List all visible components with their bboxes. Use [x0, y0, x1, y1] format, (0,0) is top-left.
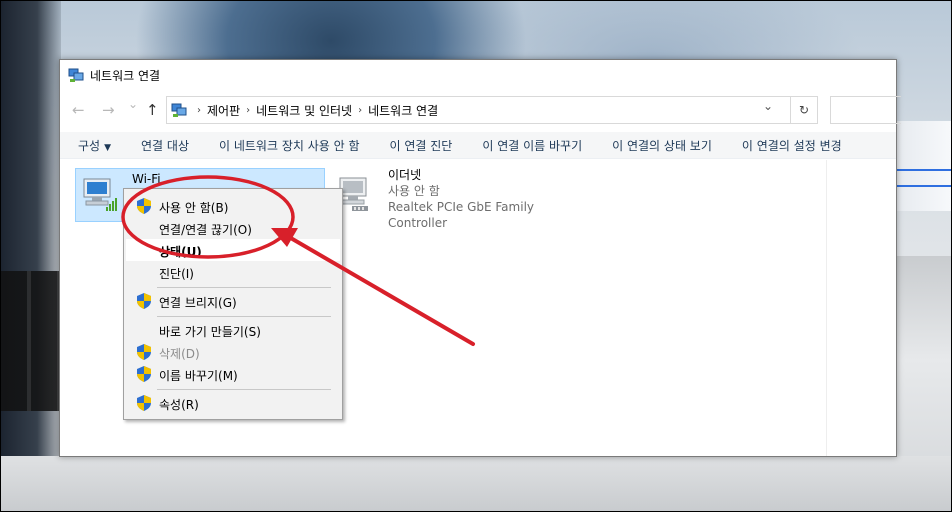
organize-button[interactable]: 구성 ▼ [60, 137, 126, 154]
menu-item-label: 진단(I) [159, 267, 194, 281]
menu-item-bridge[interactable]: 연결 브리지(G) [126, 290, 340, 312]
uac-shield-icon [137, 293, 151, 309]
title-bar: 네트워크 연결 [60, 60, 896, 90]
search-input[interactable] [830, 96, 901, 124]
rename-button[interactable]: 이 연결 이름 바꾸기 [467, 137, 597, 154]
menu-item-status[interactable]: 상태(U) [126, 239, 340, 261]
uac-shield-icon [137, 198, 151, 214]
connection-item-ethernet[interactable]: 이더넷 사용 안 함 Realtek PCIe GbE Family Contr… [330, 168, 590, 230]
address-dropdown-button[interactable]: ⌄ [763, 99, 773, 113]
background-dark-area [1, 1, 61, 511]
background-screen-edge [891, 121, 951, 211]
context-menu: 사용 안 함(B) 연결/연결 끊기(O) 상태(U) 진단(I) 연결 브리지… [123, 188, 343, 420]
connect-to-button[interactable]: 연결 대상 [126, 137, 204, 154]
back-button[interactable]: ← [72, 101, 85, 119]
screenshot-frame: 네트워크 연결 ← → ⌄ ↑ › 제어판 › 네트워크 및 인터넷 › 네트워… [0, 0, 952, 512]
breadcrumb-control-panel[interactable]: 제어판 [207, 102, 240, 119]
breadcrumb-network-internet[interactable]: 네트워크 및 인터넷 [256, 102, 352, 119]
breadcrumb-separator: › [197, 104, 201, 116]
menu-item-disable[interactable]: 사용 안 함(B) [126, 195, 340, 217]
refresh-button[interactable]: ↻ [790, 96, 818, 124]
breadcrumb-separator: › [246, 104, 251, 116]
uac-shield-icon [137, 395, 151, 411]
breadcrumb-separator: › [358, 104, 363, 116]
wifi-adapter-icon [83, 178, 117, 211]
chevron-down-icon: ▼ [104, 142, 112, 153]
connection-status: 사용 안 함 [388, 184, 440, 198]
menu-item-rename[interactable]: 이름 바꾸기(M) [126, 363, 340, 385]
connection-adapter: Realtek PCIe GbE Family Controller [388, 200, 534, 230]
window-title: 네트워크 연결 [90, 68, 161, 83]
menu-item-diagnose[interactable]: 진단(I) [126, 261, 340, 283]
network-connections-icon [171, 103, 187, 117]
menu-item-create-shortcut[interactable]: 바로 가기 만들기(S) [126, 319, 340, 341]
menu-separator [157, 389, 331, 390]
menu-item-properties[interactable]: 속성(R) [126, 392, 340, 414]
change-settings-button[interactable]: 이 연결의 설정 변경 [727, 137, 857, 154]
connection-name: 이더넷 [388, 168, 422, 182]
up-button[interactable]: ↑ [146, 101, 159, 119]
command-bar: 구성 ▼ 연결 대상 이 네트워크 장치 사용 안 함 이 연결 진단 이 연결 … [60, 132, 896, 159]
connection-name: Wi-Fi [132, 172, 161, 186]
menu-item-label: 속성(R) [159, 398, 199, 412]
menu-separator [157, 287, 331, 288]
uac-shield-icon [137, 366, 151, 382]
menu-item-label: 연결 브리지(G) [159, 296, 237, 310]
menu-item-label: 삭제(D) [159, 347, 200, 361]
connection-text: Wi-Fi [132, 171, 161, 187]
background-desk [1, 456, 951, 511]
organize-label: 구성 [78, 138, 101, 153]
menu-item-label: 사용 안 함(B) [159, 201, 229, 215]
uac-shield-icon [137, 344, 151, 360]
view-status-button[interactable]: 이 연결의 상태 보기 [597, 137, 727, 154]
diagnose-button[interactable]: 이 연결 진단 [375, 137, 468, 154]
column-divider [826, 160, 827, 456]
address-row: ← → ⌄ ↑ › 제어판 › 네트워크 및 인터넷 › 네트워크 연결 ⌄ ↻ [60, 92, 901, 126]
forward-button[interactable]: → [102, 101, 115, 119]
background-keyboard [1, 271, 61, 411]
refresh-icon: ↻ [798, 103, 810, 117]
menu-item-label: 이름 바꾸기(M) [159, 369, 238, 383]
breadcrumb-network-connections[interactable]: 네트워크 연결 [368, 102, 438, 119]
menu-item-connect-disconnect[interactable]: 연결/연결 끊기(O) [126, 217, 340, 239]
network-connections-icon [68, 68, 84, 82]
recent-locations-button[interactable]: ⌄ [128, 97, 138, 111]
menu-item-label: 상태(U) [159, 245, 202, 259]
address-bar[interactable]: › 제어판 › 네트워크 및 인터넷 › 네트워크 연결 [166, 96, 818, 124]
menu-item-label: 바로 가기 만들기(S) [159, 325, 261, 339]
background-blue-line [891, 185, 951, 187]
menu-item-label: 연결/연결 끊기(O) [159, 223, 252, 237]
breadcrumb: › 제어판 › 네트워크 및 인터넷 › 네트워크 연결 [167, 102, 438, 119]
disable-device-button[interactable]: 이 네트워크 장치 사용 안 함 [204, 137, 375, 154]
connection-text: 이더넷 사용 안 함 Realtek PCIe GbE Family Contr… [388, 167, 590, 231]
background-blue-line [891, 169, 951, 171]
menu-item-delete[interactable]: 삭제(D) [126, 341, 340, 363]
menu-separator [157, 316, 331, 317]
